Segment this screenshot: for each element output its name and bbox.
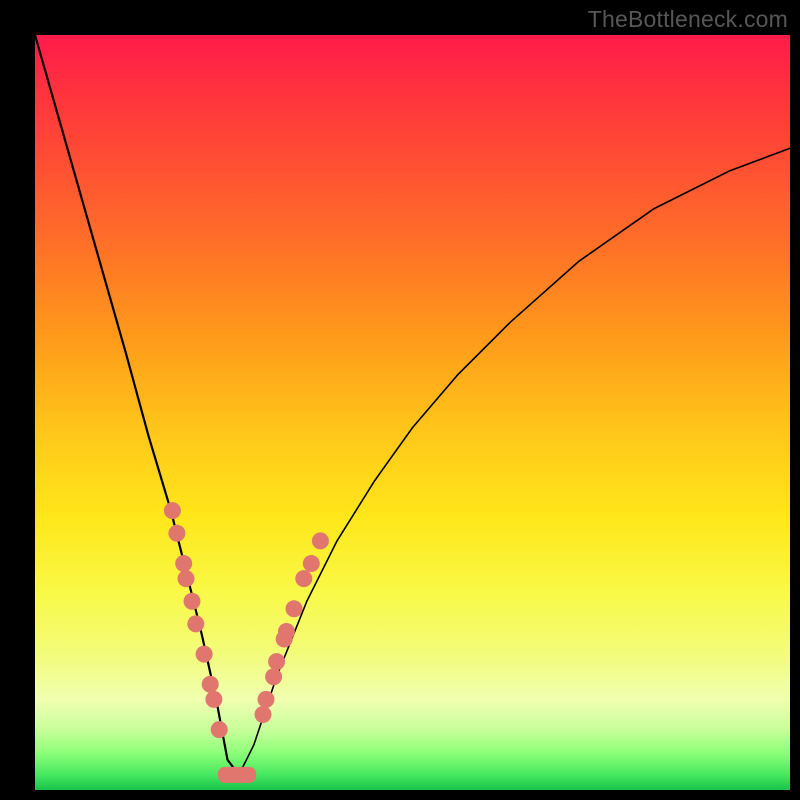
marker-dot <box>187 615 204 632</box>
marker-dot <box>196 646 213 663</box>
marker-dot <box>255 706 272 723</box>
marker-dot <box>178 570 195 587</box>
marker-dot <box>265 668 282 685</box>
chart-svg <box>35 35 790 790</box>
marker-dot <box>278 623 295 640</box>
marker-dot <box>184 593 201 610</box>
curve-right-branch <box>239 148 790 775</box>
plot-area <box>35 35 790 790</box>
marker-dot <box>303 555 320 572</box>
marker-dot <box>268 653 285 670</box>
marker-dot <box>168 525 185 542</box>
marker-dot <box>175 555 192 572</box>
marker-dot <box>312 532 329 549</box>
marker-dot <box>205 691 222 708</box>
marker-dot <box>211 721 228 738</box>
marker-dot <box>286 600 303 617</box>
marker-dot <box>295 570 312 587</box>
watermark-text: TheBottleneck.com <box>588 6 788 33</box>
curve-left-branch <box>35 35 239 775</box>
marker-dot <box>202 676 219 693</box>
chart-stage: TheBottleneck.com <box>0 0 800 800</box>
marker-group <box>164 502 329 738</box>
curve-minimum-marker <box>218 767 256 783</box>
marker-dot <box>164 502 181 519</box>
marker-dot <box>258 691 275 708</box>
